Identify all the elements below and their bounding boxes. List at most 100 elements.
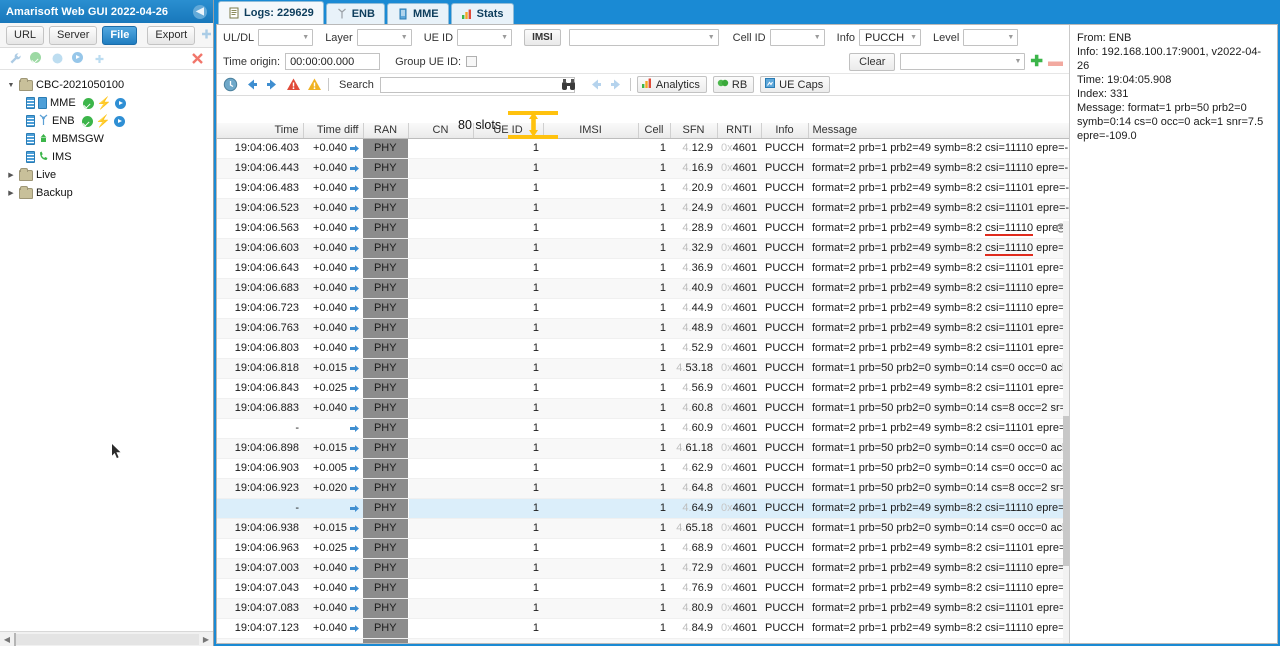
tree-folder-backup[interactable]: ▶ Backup: [0, 184, 213, 202]
table-row[interactable]: 19:04:06.683 +0.040 PHY 1 1 4.40.9 0x4601 PUCCH…: [217, 278, 1069, 299]
table-row[interactable]: 19:04:07.003 +0.040 PHY 1 1 4.72.9 0x4601 PUCCH…: [217, 558, 1069, 579]
tab-stats[interactable]: Stats: [450, 3, 514, 24]
table-row[interactable]: 19:04:06.563 +0.040 PHY 1 1 4.28.9 0x4601 PUCCH…: [217, 218, 1069, 239]
table-row[interactable]: 19:04:06.963 +0.025 PHY 1 1 4.68.9 0x4601 PUCCH…: [217, 538, 1069, 559]
table-row[interactable]: 19:04:07.163+0.040PHY114.88.90x4601PUCCH…: [217, 638, 1069, 643]
export-button[interactable]: Export: [147, 25, 196, 45]
col-ran[interactable]: RAN: [363, 123, 409, 139]
add-icon[interactable]: [200, 27, 213, 43]
table-row[interactable]: 19:04:06.523 +0.040 PHY 1 1 4.24.9 0x4601 PUCCH…: [217, 198, 1069, 219]
table-row[interactable]: 19:04:07.043 +0.040 PHY 1 1 4.76.9 0x4601 PUCCH…: [217, 578, 1069, 599]
table-row[interactable]: 19:04:06.898 +0.015 PHY 1 1 4.61.18 0x4601 PUCC…: [217, 438, 1069, 459]
delete-x-icon[interactable]: [191, 52, 204, 65]
col-rnti[interactable]: RNTI: [717, 123, 762, 139]
col-time-diff[interactable]: Time diff: [303, 123, 364, 139]
tree-root-cbc[interactable]: ▼ CBC-2021050100: [0, 76, 213, 94]
back-arrow-icon[interactable]: [244, 77, 259, 92]
table-row[interactable]: 19:04:06.803 +0.040 PHY 1 1 4.52.9 0x4601 PUCCH…: [217, 338, 1069, 359]
analytics-button[interactable]: Analytics: [636, 76, 707, 93]
col-cell[interactable]: Cell: [638, 123, 671, 139]
binoculars-icon[interactable]: [561, 77, 576, 92]
wrench-icon[interactable]: [9, 52, 22, 65]
scroll-thumb[interactable]: [1063, 416, 1069, 566]
imsi-button[interactable]: IMSI: [524, 29, 561, 46]
tree-item-ims[interactable]: IMS: [0, 148, 213, 166]
forward-arrow-icon[interactable]: [265, 77, 280, 92]
bolt-icon[interactable]: ⚡: [97, 97, 112, 109]
file-button[interactable]: File: [102, 25, 138, 45]
chevron-right-icon[interactable]: ▶: [6, 172, 16, 179]
table-row[interactable]: 19:04:06.723 +0.040 PHY 1 1 4.44.9 0x4601 PUCCH…: [217, 298, 1069, 319]
table-row[interactable]: 19:04:06.923 +0.020 PHY 1 1 4.64.8 0x4601 PUCCH…: [217, 478, 1069, 499]
table-row[interactable]: - PHY 1 1 4.60.9 0x4601 PUCCH format=2 prb=1 pr…: [217, 418, 1069, 439]
table-row[interactable]: 19:04:06.643 +0.040 PHY 1 1 4.36.9 0x4601 PUCCH…: [217, 258, 1069, 279]
group-ueid-checkbox[interactable]: [466, 56, 478, 67]
col-imsi[interactable]: IMSI: [543, 123, 639, 139]
col-sfn[interactable]: SFN: [670, 123, 718, 139]
tab-logs[interactable]: Logs: 229629: [218, 1, 324, 24]
tab-mme[interactable]: MME: [386, 3, 449, 24]
plus-icon[interactable]: ✚: [1030, 54, 1043, 69]
table-row[interactable]: 19:04:06.483 +0.040 PHY 1 1 4.20.9 0x4601 PUCCH…: [217, 178, 1069, 199]
cellid-select[interactable]: ▼: [769, 29, 825, 46]
play-icon[interactable]: [114, 97, 126, 109]
left-horizontal-scrollbar[interactable]: ◀ ▶: [0, 631, 213, 646]
chevron-left-icon[interactable]: ◀: [193, 4, 207, 19]
tree-folder-live[interactable]: ▶ Live: [0, 166, 213, 184]
col-time[interactable]: Time: [217, 123, 304, 139]
time-origin-input[interactable]: 00:00:00.000: [285, 53, 381, 70]
tree-item-mme[interactable]: MME ⚡: [0, 94, 213, 112]
tab-enb[interactable]: ENB: [325, 3, 385, 24]
table-row[interactable]: 19:04:07.123 +0.040 PHY 1 1 4.84.9 0x4601 PUCCH…: [217, 618, 1069, 639]
table-row[interactable]: 19:04:06.403 +0.040 PHY 1 1 4.12.9 0x4601 PUCCH…: [217, 138, 1069, 159]
table-row[interactable]: 19:04:06.443 +0.040 PHY 1 1 4.16.9 0x4601 PUCCH…: [217, 158, 1069, 179]
rb-button[interactable]: RB: [712, 76, 755, 93]
url-button[interactable]: URL: [6, 25, 45, 45]
table-row[interactable]: 19:04:06.843 +0.025 PHY 1 1 4.56.9 0x4601 PUCCH…: [217, 378, 1069, 399]
clear-button[interactable]: Clear: [849, 52, 896, 71]
col-cn[interactable]: CN: [408, 123, 474, 139]
scroll-right-icon[interactable]: ▶: [199, 635, 213, 644]
col-ue-id[interactable]: UE ID: [473, 123, 544, 139]
clock-icon[interactable]: [223, 77, 238, 92]
table-row[interactable]: 19:04:07.083 +0.040 PHY 1 1 4.80.9 0x4601 PUCCH…: [217, 598, 1069, 619]
table-row[interactable]: 19:04:06.763 +0.040 PHY 1 1 4.48.9 0x4601 PUCCH…: [217, 318, 1069, 339]
info-select[interactable]: PUCCH ▼: [859, 29, 921, 46]
search-input[interactable]: [379, 76, 575, 93]
prev-arrow-icon[interactable]: [588, 77, 603, 92]
table-row[interactable]: 19:04:06.818 +0.015 PHY 1 1 4.53.18 0x4601 PUCC…: [217, 358, 1069, 379]
preset-select[interactable]: ▼: [900, 53, 1026, 70]
bolt-icon[interactable]: ⚡: [96, 115, 111, 127]
play-circle-icon[interactable]: [72, 52, 85, 65]
error-icon[interactable]: [286, 77, 301, 92]
scroll-left-icon[interactable]: ◀: [0, 635, 14, 644]
col-message[interactable]: Message: [808, 123, 1069, 139]
tree-item-enb[interactable]: ENB ⚡: [0, 112, 213, 130]
server-button[interactable]: Server: [49, 25, 98, 45]
table-row[interactable]: 19:04:06.603 +0.040 PHY 1 1 4.32.9 0x4601 PUCCH…: [217, 238, 1069, 259]
table-row[interactable]: 19:04:06.903 +0.005 PHY 1 1 4.62.9 0x4601 PUCCH…: [217, 458, 1069, 479]
ue-caps-button[interactable]: UE Caps: [760, 76, 831, 93]
next-arrow-icon[interactable]: [609, 77, 624, 92]
table-row[interactable]: 19:04:06.883 +0.040 PHY 1 1 4.60.8 0x4601 PUCCH…: [217, 398, 1069, 419]
uldl-select[interactable]: ▼: [258, 29, 314, 46]
logs-table-wrapper[interactable]: Time Time diff RAN CN UE ID IMSI Cell SF…: [217, 123, 1069, 643]
tree-item-mbmsgw[interactable]: MBMSGW: [0, 130, 213, 148]
imsi-select[interactable]: ▼: [568, 29, 719, 46]
check-circle-icon[interactable]: [30, 52, 43, 65]
scroll-track[interactable]: [14, 632, 199, 646]
col-info[interactable]: Info: [761, 123, 809, 139]
scroll-thumb[interactable]: [14, 632, 16, 646]
table-row[interactable]: - PHY 1 1 4.64.9 0x4601 PUCCH format=2 prb=1 pr…: [217, 498, 1069, 519]
add-small-icon[interactable]: [93, 52, 106, 65]
table-vertical-scrollbar[interactable]: [1063, 221, 1069, 643]
warning-icon[interactable]: [307, 77, 322, 92]
ueid-select[interactable]: ▼: [457, 29, 513, 46]
minus-icon[interactable]: ▬: [1048, 54, 1063, 69]
chevron-right-icon[interactable]: ▶: [6, 190, 16, 197]
play-icon[interactable]: [113, 115, 125, 127]
table-row[interactable]: 19:04:06.938 +0.015 PHY 1 1 4.65.18 0x4601 PUCC…: [217, 518, 1069, 539]
refresh-icon[interactable]: [51, 52, 64, 65]
layer-select[interactable]: ▼: [356, 29, 412, 46]
chevron-down-icon[interactable]: ▼: [6, 82, 16, 89]
